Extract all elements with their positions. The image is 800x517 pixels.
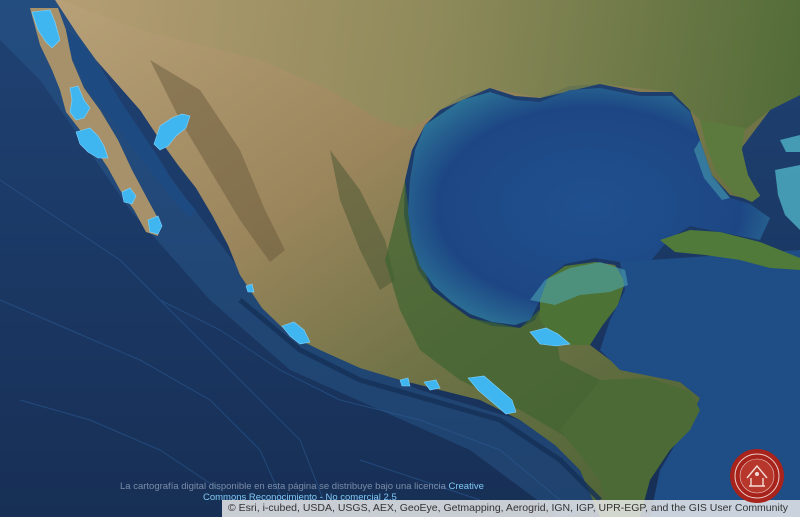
attribution-text: © Esri, i-cubed, USDA, USGS, AEX, GeoEye… bbox=[228, 502, 788, 514]
license-notice: La cartografía digital disponible en est… bbox=[120, 481, 540, 492]
map-view[interactable]: La cartografía digital disponible en est… bbox=[0, 0, 800, 517]
satellite-basemap[interactable] bbox=[0, 0, 800, 517]
institution-seal-icon bbox=[730, 449, 784, 503]
license-text: La cartografía digital disponible en est… bbox=[120, 481, 446, 492]
license-link-creative[interactable]: Creative bbox=[449, 481, 484, 492]
map-attribution: © Esri, i-cubed, USDA, USGS, AEX, GeoEye… bbox=[222, 500, 800, 517]
